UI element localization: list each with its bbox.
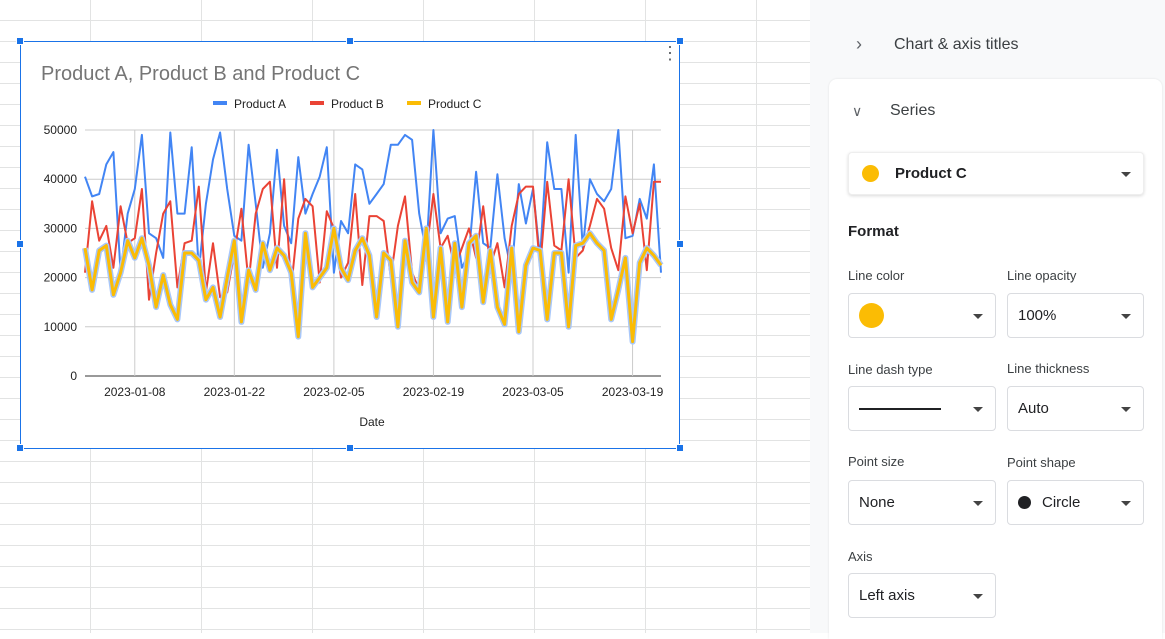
x-tick-label: 2023-02-19 xyxy=(403,385,465,399)
axis-label: Axis xyxy=(848,549,873,564)
y-tick-label: 20000 xyxy=(44,271,78,285)
chart-editor-panel: › Chart & axis titles ∨ Series Product C… xyxy=(810,0,1165,639)
point-size-value: None xyxy=(859,494,895,511)
chevron-right-icon: › xyxy=(856,34,862,54)
y-tick-label: 40000 xyxy=(44,172,78,186)
legend-entry: Product B xyxy=(331,97,384,111)
series-select[interactable]: Product C xyxy=(848,152,1144,195)
resize-handle[interactable] xyxy=(676,444,684,452)
line-opacity-value: 100% xyxy=(1018,307,1057,324)
dropdown-arrow-icon xyxy=(973,500,983,506)
dropdown-arrow-icon xyxy=(1121,406,1131,412)
dropdown-arrow-icon xyxy=(1121,313,1131,319)
circle-icon xyxy=(1018,496,1031,509)
dropdown-arrow-icon xyxy=(973,313,983,319)
point-shape-value: Circle xyxy=(1042,494,1081,511)
resize-handle[interactable] xyxy=(16,444,24,452)
x-tick-label: 2023-03-05 xyxy=(502,385,564,399)
resize-handle[interactable] xyxy=(346,37,354,45)
y-tick-label: 10000 xyxy=(44,320,78,334)
x-axis-label: Date xyxy=(359,415,385,429)
line-color-label: Line color xyxy=(848,268,905,283)
line-dash-select[interactable] xyxy=(848,386,996,431)
resize-handle[interactable] xyxy=(676,37,684,45)
x-tick-label: 2023-01-22 xyxy=(204,385,266,399)
resize-handle[interactable] xyxy=(16,240,24,248)
dropdown-arrow-icon xyxy=(1121,500,1131,506)
x-tick-label: 2023-01-08 xyxy=(104,385,166,399)
resize-handle[interactable] xyxy=(676,240,684,248)
resize-handle[interactable] xyxy=(16,37,24,45)
chart-title: Product A, Product B and Product C xyxy=(41,63,360,85)
chart[interactable]: Product A, Product B and Product C Produ… xyxy=(16,37,684,452)
dropdown-arrow-icon xyxy=(973,593,983,599)
x-tick-label: 2023-02-05 xyxy=(303,385,365,399)
resize-handle[interactable] xyxy=(346,444,354,452)
line-color-select[interactable] xyxy=(848,293,996,338)
series-card: ∨ Series Product C Format Line color Lin… xyxy=(829,79,1162,639)
line-dash-label: Line dash type xyxy=(848,362,933,377)
section-label: Series xyxy=(890,102,936,119)
legend-entry: Product A xyxy=(234,97,286,111)
line-thickness-select[interactable]: Auto xyxy=(1007,386,1144,431)
point-shape-select[interactable]: Circle xyxy=(1007,480,1144,525)
line-thickness-value: Auto xyxy=(1018,400,1049,417)
legend-entry: Product C xyxy=(428,97,482,111)
line-color-swatch xyxy=(859,303,884,328)
y-tick-label: 30000 xyxy=(44,221,78,235)
solid-line-icon xyxy=(859,407,941,410)
series-section-header[interactable]: ∨ Series xyxy=(852,102,935,120)
y-tick-label: 50000 xyxy=(44,123,78,137)
more-options-icon[interactable]: ⋮ xyxy=(661,44,679,70)
y-tick-label: 0 xyxy=(70,369,77,383)
line-thickness-label: Line thickness xyxy=(1007,361,1090,376)
legend-swatch xyxy=(310,101,324,105)
legend-swatch xyxy=(407,101,421,105)
chevron-down-icon: ∨ xyxy=(852,102,863,119)
dropdown-arrow-icon xyxy=(1121,171,1131,177)
axis-select[interactable]: Left axis xyxy=(848,573,996,618)
line-opacity-select[interactable]: 100% xyxy=(1007,293,1144,338)
point-shape-label: Point shape xyxy=(1007,455,1076,470)
chart-axis-titles-section[interactable]: › Chart & axis titles xyxy=(856,34,1018,55)
section-label: Chart & axis titles xyxy=(894,35,1019,53)
series-select-value: Product C xyxy=(895,165,967,182)
dropdown-arrow-icon xyxy=(973,406,983,412)
line-chart: Product A, Product B and Product C Produ… xyxy=(41,63,664,429)
point-size-label: Point size xyxy=(848,454,905,469)
axis-value: Left axis xyxy=(859,587,915,604)
legend-swatch xyxy=(213,101,227,105)
format-heading: Format xyxy=(848,223,899,240)
point-size-select[interactable]: None xyxy=(848,480,996,525)
line-opacity-label: Line opacity xyxy=(1007,268,1077,283)
x-tick-label: 2023-03-19 xyxy=(602,385,664,399)
series-color-dot xyxy=(862,165,879,182)
